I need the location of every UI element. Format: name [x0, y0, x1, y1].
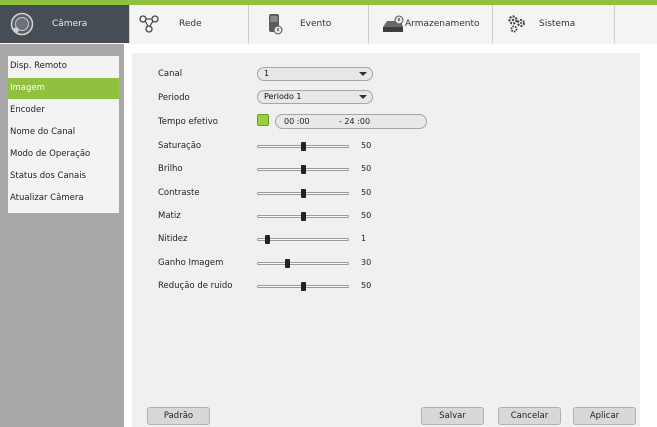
sidebar-item-label: Imagem: [10, 83, 45, 93]
sidebar-item-label: Disp. Remoto: [10, 61, 67, 71]
canal-label: Canal: [158, 69, 183, 79]
slider-track[interactable]: [257, 259, 349, 268]
slider-value: 50: [361, 281, 372, 290]
sidebar-item-channel-status[interactable]: Status dos Canais: [8, 166, 119, 187]
sidebar-item-operation-mode[interactable]: Modo de Operação: [8, 144, 119, 165]
sidebar-item-label: Atualizar Câmera: [10, 193, 84, 203]
slider-handle[interactable]: [301, 212, 306, 221]
system-gears-icon: [507, 14, 527, 34]
canal-select[interactable]: 1: [257, 67, 373, 81]
chevron-down-icon: [359, 72, 367, 76]
save-button[interactable]: Salvar: [421, 407, 484, 425]
periodo-value: Periodo 1: [264, 92, 302, 101]
slider-handle[interactable]: [301, 282, 306, 291]
slider-label: Contraste: [158, 188, 200, 198]
slider-value: 30: [361, 258, 372, 267]
storage-icon: [381, 15, 405, 33]
sidebar-item-label: Modo de Operação: [10, 149, 91, 159]
network-icon: [139, 15, 159, 33]
slider-value: 50: [361, 164, 372, 173]
tab-network[interactable]: Rede: [130, 5, 249, 43]
slider-handle[interactable]: [301, 165, 306, 174]
slider-label: Saturação: [158, 141, 202, 151]
tab-network-label: Rede: [179, 19, 202, 29]
sidebar-item-channel-name[interactable]: Nome do Canal: [8, 122, 119, 143]
tab-storage-label: Armazenamento: [405, 19, 480, 29]
canal-value: 1: [264, 69, 270, 78]
slider-handle[interactable]: [301, 189, 306, 198]
slider-label: Ganho Imagem: [158, 258, 224, 268]
slider-handle[interactable]: [301, 142, 306, 151]
slider-track[interactable]: [257, 189, 349, 198]
top-nav-bar: Câmera Rede Evento Armazenamento Sistema: [0, 0, 657, 44]
tempo-efetivo-checkbox[interactable]: [257, 114, 269, 126]
slider-track[interactable]: [257, 165, 349, 174]
tab-event-label: Evento: [300, 19, 332, 29]
slider-label: Matiz: [158, 211, 181, 221]
slider-value: 50: [361, 211, 372, 220]
time-start-field[interactable]: 00 :00: [284, 115, 310, 128]
apply-button[interactable]: Aplicar: [573, 407, 636, 425]
tab-system[interactable]: Sistema: [493, 5, 615, 43]
periodo-label: Periodo: [158, 93, 190, 103]
slider-track[interactable]: [257, 212, 349, 221]
sidebar-item-remote-device[interactable]: Disp. Remoto: [8, 56, 119, 77]
tab-event[interactable]: Evento: [249, 5, 369, 43]
slider-handle[interactable]: [265, 235, 270, 244]
tab-camera-label: Câmera: [52, 19, 88, 29]
sidebar-item-image[interactable]: Imagem: [8, 78, 119, 99]
slider-value: 1: [361, 234, 367, 243]
slider-track[interactable]: [257, 142, 349, 151]
cancel-button[interactable]: Cancelar: [498, 407, 561, 425]
slider-track[interactable]: [257, 282, 349, 291]
slider-label: Redução de ruido: [158, 281, 233, 291]
sidebar-item-label: Encoder: [10, 105, 45, 115]
periodo-select[interactable]: Periodo 1: [257, 90, 373, 104]
slider-value: 50: [361, 141, 372, 150]
slider-track[interactable]: [257, 235, 349, 244]
sidebar-menu: Disp. Remoto Imagem Encoder Nome do Cana…: [8, 56, 119, 213]
tempo-efetivo-label: Tempo efetivo: [158, 117, 218, 127]
tab-system-label: Sistema: [539, 19, 576, 29]
time-end-field[interactable]: - 24 :00: [339, 115, 370, 128]
event-icon: [267, 13, 283, 35]
sidebar-item-update-camera[interactable]: Atualizar Câmera: [8, 188, 119, 209]
slider-handle[interactable]: [285, 259, 290, 268]
slider-label: Brilho: [158, 164, 183, 174]
camera-icon: [10, 12, 34, 36]
slider-value: 50: [361, 188, 372, 197]
sidebar-item-label: Nome do Canal: [10, 127, 76, 137]
chevron-down-icon: [359, 95, 367, 99]
main-panel: [132, 53, 640, 427]
tab-storage[interactable]: Armazenamento: [369, 5, 493, 43]
slider-label: Nitidez: [158, 234, 188, 244]
default-button[interactable]: Padrão: [147, 407, 210, 425]
tempo-efetivo-time-range[interactable]: 00 :00 - 24 :00: [275, 114, 427, 129]
sidebar-item-label: Status dos Canais: [10, 171, 87, 181]
sidebar-item-encoder[interactable]: Encoder: [8, 100, 119, 121]
tab-camera[interactable]: Câmera: [0, 5, 130, 43]
